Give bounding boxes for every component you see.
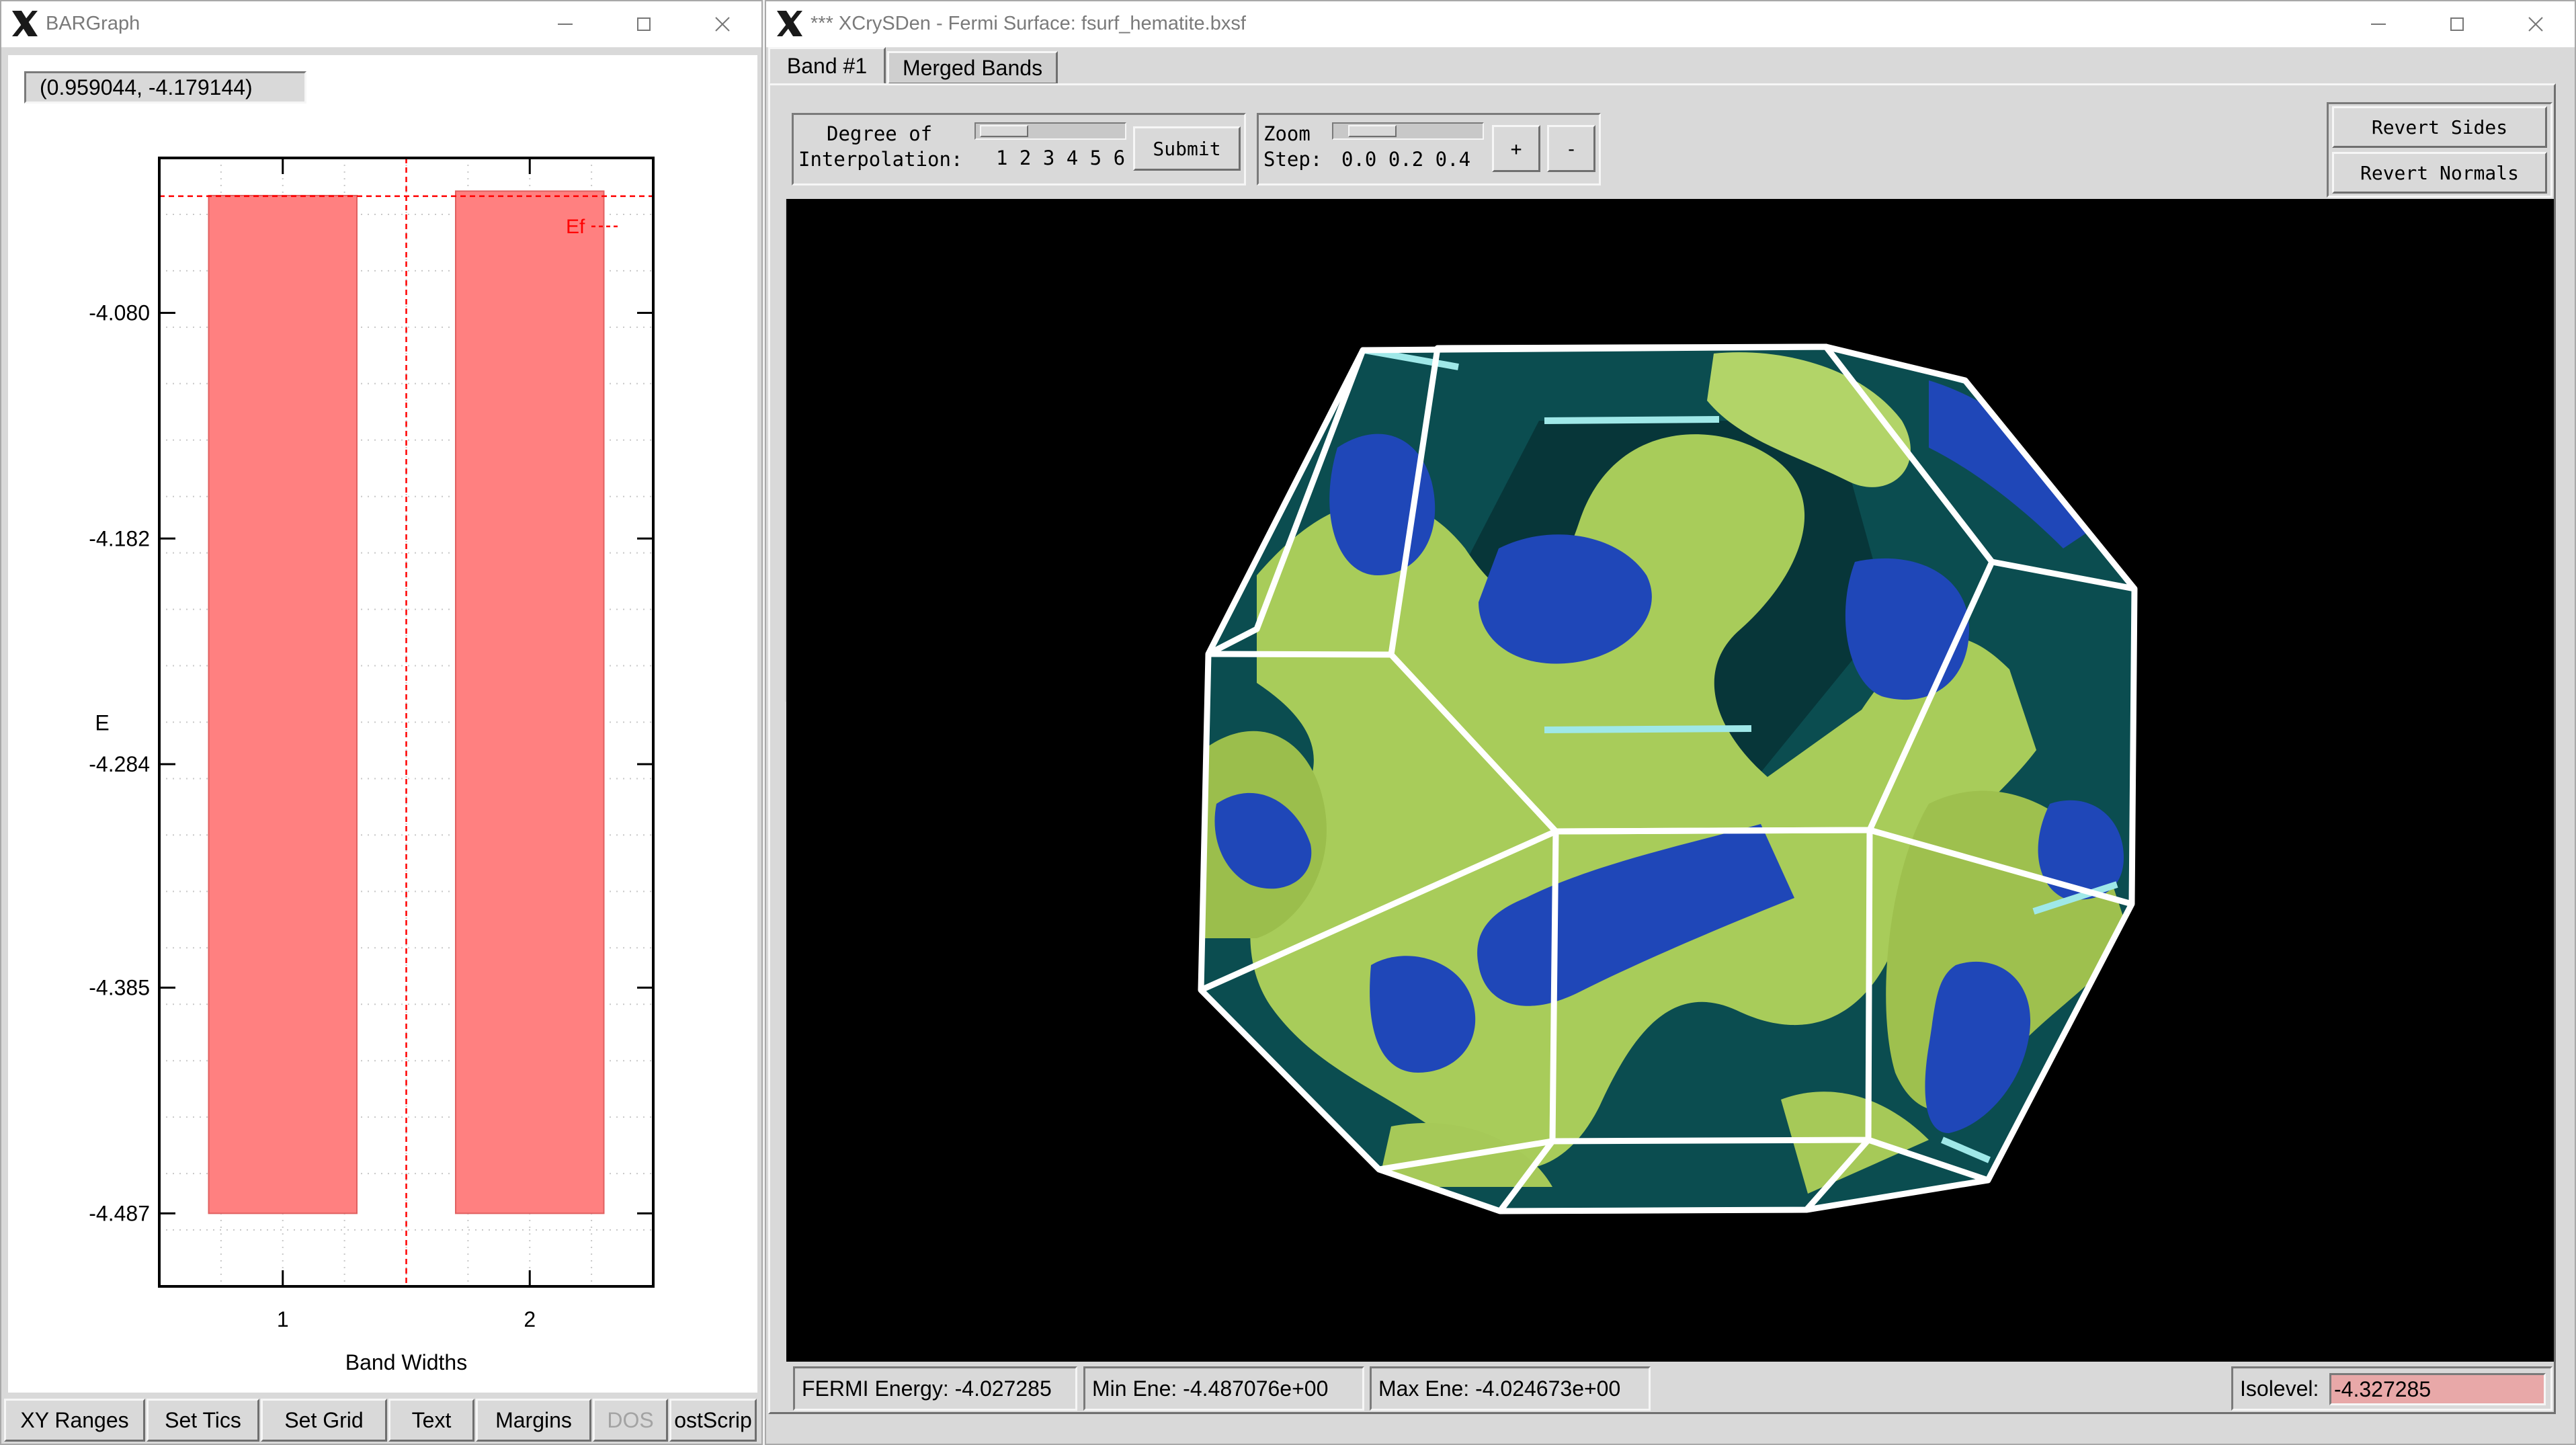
- menu-button-text[interactable]: Text: [388, 1399, 474, 1442]
- interpolation-scale: 1 2 3 4 5 6: [996, 147, 1126, 169]
- zoom-out-label: -: [1565, 137, 1577, 160]
- minimize-button[interactable]: [526, 1, 604, 47]
- revert-normals-button[interactable]: Revert Normals: [2332, 152, 2547, 194]
- interpolation-slider-thumb[interactable]: [980, 125, 1028, 137]
- zoom-slider[interactable]: [1332, 122, 1484, 140]
- x-tick-label: 2: [524, 1307, 536, 1331]
- menu-button-dos[interactable]: DOS: [593, 1399, 668, 1442]
- min-energy-field: Min Ene: -4.487076e+00: [1083, 1366, 1364, 1411]
- interpolation-label-line2: Interpolation:: [798, 148, 963, 171]
- revert-sides-label: Revert Sides: [2371, 116, 2508, 138]
- menu-button-set-grid[interactable]: Set Grid: [261, 1399, 387, 1442]
- submit-button[interactable]: Submit: [1133, 126, 1241, 171]
- xcrysden-title: *** XCrySDen - Fermi Surface: fsurf_hema…: [811, 13, 1246, 34]
- x-tick-label: 1: [277, 1307, 289, 1331]
- y-tick-label: -4.080: [89, 300, 150, 325]
- zoom-scale: 0.0 0.2 0.4: [1341, 148, 1471, 171]
- y-tick-label: -4.385: [89, 976, 150, 1000]
- menu-button-xy-ranges[interactable]: XY Ranges: [4, 1399, 145, 1442]
- zoom-label: Zoom Step:: [1263, 121, 1322, 172]
- menu-button-margins[interactable]: Margins: [476, 1399, 591, 1442]
- band-width-chart: Ef -4.080 -4.182 -4.284 -4.385 -4.487 1 2 Band W…: [89, 157, 655, 1374]
- menu-button-label: DOS: [607, 1407, 654, 1432]
- x11-logo-icon: [12, 11, 38, 36]
- isolevel-input[interactable]: -4.327285: [2329, 1373, 2546, 1405]
- zoom-label-line1: Zoom: [1263, 122, 1311, 145]
- max-energy-text: Max Ene: -4.024673e+00: [1378, 1376, 1621, 1401]
- xcrysden-titlebar[interactable]: *** XCrySDen - Fermi Surface: fsurf_hema…: [766, 1, 2575, 48]
- maximize-icon: [2450, 17, 2464, 31]
- bargraph-title: BARGraph: [46, 13, 140, 34]
- close-icon: [2528, 17, 2543, 32]
- fermi-energy-field: FERMI Energy: -4.027285: [793, 1366, 1077, 1411]
- y-tick-label: -4.487: [89, 1201, 150, 1225]
- menu-button-label: Margins: [495, 1407, 572, 1432]
- x11-logo-icon: [777, 11, 802, 36]
- tab-merged-bands-label: Merged Bands: [902, 56, 1043, 80]
- tab-band-1[interactable]: Band #1: [768, 47, 886, 85]
- zoom-in-button[interactable]: +: [1492, 125, 1540, 172]
- x-axis-label: Band Widths: [345, 1350, 467, 1374]
- close-button[interactable]: [2496, 1, 2575, 47]
- y-tick-label: -4.182: [89, 526, 150, 550]
- revert-sides-button[interactable]: Revert Sides: [2332, 106, 2547, 148]
- interpolation-label: Degree of Interpolation:: [798, 121, 962, 172]
- minimize-button[interactable]: [2339, 1, 2417, 47]
- maximize-icon: [636, 17, 651, 31]
- menu-button-ostscrip[interactable]: ostScrip: [669, 1399, 757, 1442]
- tab-band-1-label: Band #1: [786, 54, 868, 78]
- zoom-label-line2: Step:: [1263, 148, 1323, 171]
- fermi-level-label: Ef: [566, 216, 585, 238]
- minimize-icon: [2370, 24, 2386, 25]
- interpolation-slider[interactable]: [974, 122, 1126, 140]
- close-button[interactable]: [683, 1, 761, 47]
- submit-label: Submit: [1153, 137, 1221, 160]
- isolevel-value: -4.327285: [2334, 1377, 2432, 1401]
- menu-button-label: Text: [411, 1407, 452, 1432]
- zoom-slider-thumb[interactable]: [1348, 125, 1397, 137]
- zoom-in-label: +: [1510, 137, 1522, 160]
- interpolation-label-line1: Degree of: [827, 122, 933, 145]
- tab-merged-bands[interactable]: Merged Bands: [887, 51, 1058, 85]
- fermi-surface-viewport[interactable]: [786, 199, 2554, 1362]
- menu-button-label: ostScrip: [674, 1407, 752, 1432]
- bargraph-titlebar[interactable]: BARGraph: [1, 1, 761, 48]
- bargraph-canvas[interactable]: (0.959044, -4.179144) Ef -4.080 -4.182 -4.2…: [8, 55, 757, 1393]
- menu-button-set-tics[interactable]: Set Tics: [147, 1399, 259, 1442]
- close-icon: [714, 17, 730, 32]
- min-energy-text: Min Ene: -4.487076e+00: [1092, 1376, 1329, 1401]
- minimize-icon: [557, 24, 573, 25]
- bargraph-menu-bar: XY Ranges Set Tics Set Grid Text Margins DOS o…: [1, 1396, 761, 1444]
- revert-normals-label: Revert Normals: [2360, 161, 2519, 184]
- bargraph-window: BARGraph (0.959044, -4.179144) Ef -4.080-…: [0, 0, 763, 1445]
- max-energy-field: Max Ene: -4.024673e+00: [1370, 1366, 1651, 1411]
- y-axis-label: E: [95, 711, 109, 735]
- maximize-button[interactable]: [604, 1, 683, 47]
- y-tick-label: -4.284: [89, 752, 150, 776]
- zoom-out-button[interactable]: -: [1547, 125, 1595, 172]
- bar-1: [208, 194, 358, 1214]
- menu-button-label: Set Tics: [165, 1407, 241, 1432]
- maximize-button[interactable]: [2417, 1, 2496, 47]
- fermi-energy-text: FERMI Energy: -4.027285: [802, 1376, 1052, 1401]
- menu-button-label: XY Ranges: [20, 1407, 129, 1432]
- menu-button-label: Set Grid: [284, 1407, 364, 1432]
- bar-2: [455, 190, 605, 1214]
- brillouin-zone-render: [1198, 343, 2138, 1214]
- isolevel-label: Isolevel:: [2240, 1376, 2319, 1401]
